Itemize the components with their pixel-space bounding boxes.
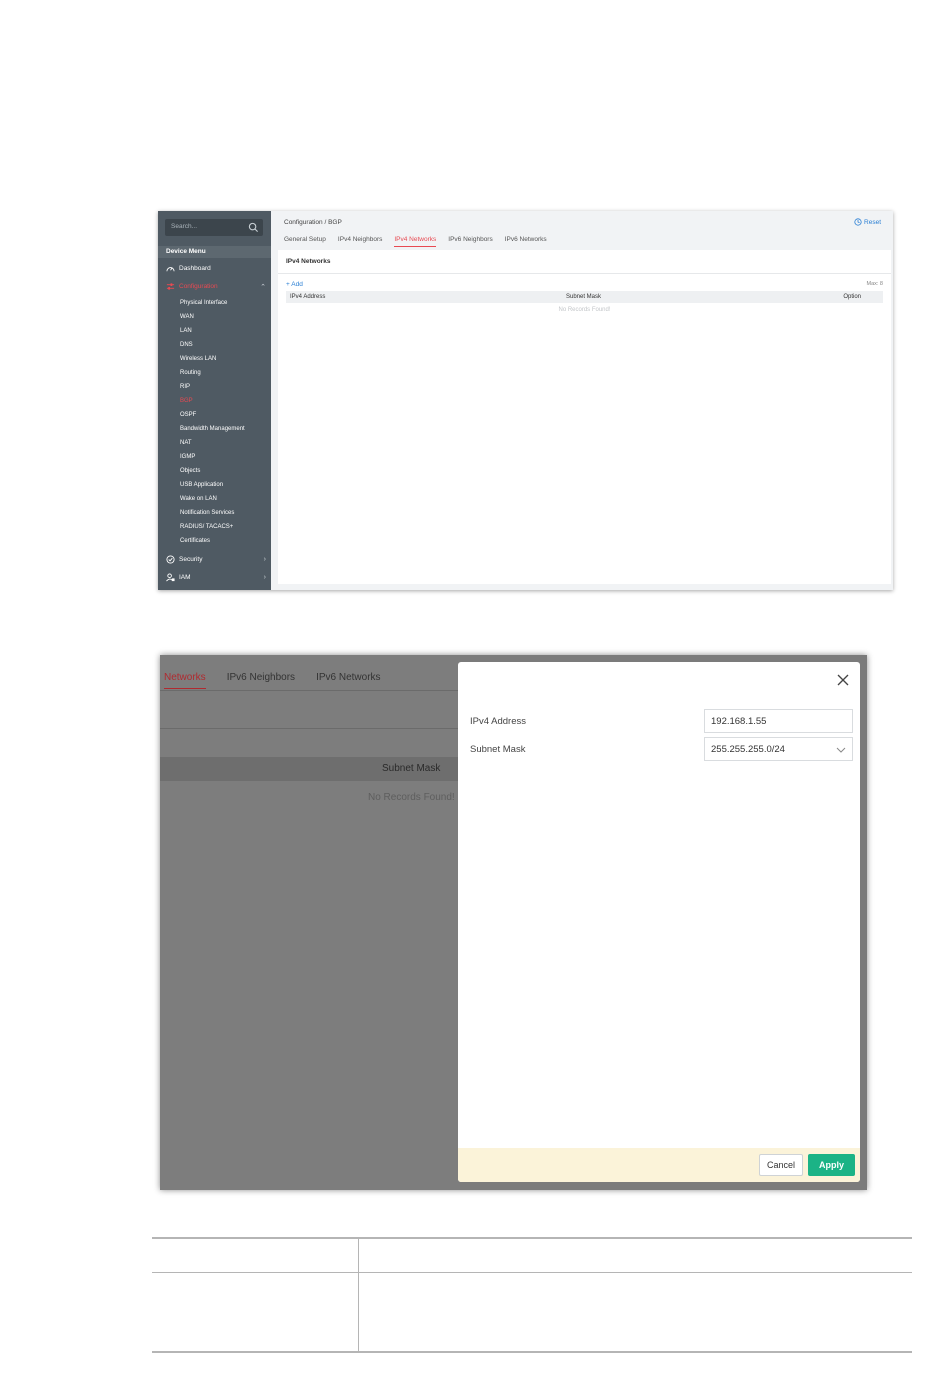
reset-label: Reset	[864, 218, 881, 226]
table-border-top	[152, 1237, 912, 1239]
main-content: Configuration / BGP Reset General Setup …	[271, 211, 893, 590]
column-header-ipv4-address: IPv4 Address	[290, 294, 326, 300]
subnet-mask-value: 255.255.255.0/24	[711, 744, 785, 755]
chevron-up-icon: ⌃	[260, 283, 266, 291]
sidebar-item-dns[interactable]: DNS	[180, 342, 193, 348]
divider	[160, 690, 460, 691]
divider	[160, 728, 460, 729]
sidebar-item-radius-tacacs[interactable]: RADIUS/ TACACS+	[180, 524, 233, 530]
tab-bar: General Setup IPv4 Neighbors IPv4 Networ…	[284, 236, 559, 247]
table-border-middle	[152, 1272, 912, 1273]
user-lock-icon	[166, 573, 175, 582]
breadcrumb: Configuration / BGP	[284, 219, 342, 226]
sidebar-item-physical-interface[interactable]: Physical Interface	[180, 300, 227, 306]
tab-ipv6-networks[interactable]: IPv6 Networks	[316, 672, 380, 689]
sidebar-item-label: IAM	[179, 574, 191, 581]
divider	[278, 273, 891, 274]
chevron-right-icon: ›	[263, 574, 266, 581]
chevron-down-icon	[836, 747, 846, 753]
sidebar-item-security[interactable]: Security ›	[166, 555, 266, 564]
sidebar-item-usb-application[interactable]: USB Application	[180, 482, 223, 488]
sidebar-item-bandwidth-management[interactable]: Bandwidth Management	[180, 426, 245, 432]
tab-bar: Networks IPv6 Neighbors IPv6 Networks	[164, 672, 402, 689]
column-header-option: Option	[843, 294, 861, 300]
tab-ipv6-networks[interactable]: IPv6 Networks	[505, 236, 547, 247]
sliders-icon	[166, 283, 175, 290]
dimmed-background: Networks IPv6 Neighbors IPv6 Networks Su…	[160, 655, 460, 1190]
panel-title: IPv4 Networks	[286, 258, 331, 265]
column-header-subnet-mask: Subnet Mask	[382, 763, 441, 774]
apply-button[interactable]: Apply	[808, 1154, 855, 1176]
sidebar-item-iam[interactable]: IAM ›	[166, 573, 266, 582]
device-menu-title: Device Menu	[166, 248, 206, 255]
sidebar-item-bgp[interactable]: BGP	[180, 398, 193, 404]
ipv4-address-label: IPv4 Address	[470, 716, 526, 727]
tab-ipv4-networks[interactable]: Networks	[164, 672, 206, 689]
sidebar-item-label: Configuration	[179, 283, 218, 290]
ipv4-networks-panel: IPv4 Networks + Add Max: 8 IPv4 Address …	[278, 250, 891, 584]
sidebar-item-rip[interactable]: RIP	[180, 384, 190, 390]
sidebar-item-notification-services[interactable]: Notification Services	[180, 510, 234, 516]
subnet-mask-label: Subnet Mask	[470, 744, 526, 755]
search-input[interactable]: Search...	[165, 219, 263, 236]
sidebar-item-lan[interactable]: LAN	[180, 328, 192, 334]
dialog-footer: Cancel Apply	[458, 1148, 860, 1182]
sidebar-item-wake-on-lan[interactable]: Wake on LAN	[180, 496, 217, 502]
search-placeholder: Search...	[171, 223, 198, 230]
sidebar-item-objects[interactable]: Objects	[180, 468, 200, 474]
dashboard-icon	[166, 267, 175, 272]
sidebar: Search... Device Menu Dashboard Configur…	[158, 211, 271, 590]
subnet-mask-select[interactable]: 255.255.255.0/24	[704, 737, 853, 761]
max-count-label: Max: 8	[866, 281, 883, 287]
sidebar-item-wan[interactable]: WAN	[180, 314, 194, 320]
bgp-ipv4-networks-screenshot: Search... Device Menu Dashboard Configur…	[158, 211, 893, 590]
description-table	[152, 1237, 912, 1353]
empty-table-message: No Records Found!	[368, 792, 455, 803]
tab-ipv4-neighbors[interactable]: IPv4 Neighbors	[338, 236, 382, 247]
add-ipv4-network-dialog: IPv4 Address Subnet Mask 255.255.255.0/2…	[458, 662, 860, 1182]
sidebar-item-label: Dashboard	[179, 265, 211, 272]
sidebar-item-wireless-lan[interactable]: Wireless LAN	[180, 356, 216, 362]
sidebar-item-igmp[interactable]: IGMP	[180, 454, 195, 460]
shield-check-icon	[166, 555, 175, 564]
sidebar-item-certificates[interactable]: Certificates	[180, 538, 210, 544]
cancel-button[interactable]: Cancel	[759, 1154, 803, 1176]
table-header: IPv4 Address Subnet Mask Option	[286, 291, 883, 303]
tab-ipv6-neighbors[interactable]: IPv6 Neighbors	[227, 672, 295, 689]
device-menu-header: Device Menu	[158, 246, 271, 258]
add-network-dialog-screenshot: Networks IPv6 Neighbors IPv6 Networks Su…	[160, 655, 867, 1190]
close-icon[interactable]	[836, 673, 850, 687]
ipv4-address-input[interactable]	[704, 709, 853, 733]
chevron-right-icon: ›	[263, 556, 266, 563]
reset-button[interactable]: Reset	[854, 218, 881, 226]
column-header-subnet-mask: Subnet Mask	[566, 294, 602, 300]
sidebar-item-label: Security	[179, 556, 203, 563]
history-icon	[854, 218, 862, 226]
sidebar-item-routing[interactable]: Routing	[180, 370, 201, 376]
empty-table-message: No Records Found!	[558, 307, 611, 313]
table-column-divider	[358, 1237, 359, 1353]
sidebar-item-ospf[interactable]: OSPF	[180, 412, 196, 418]
tab-ipv6-neighbors[interactable]: IPv6 Neighbors	[448, 236, 492, 247]
add-button[interactable]: + Add	[286, 281, 303, 288]
search-icon[interactable]	[248, 222, 259, 233]
sidebar-item-configuration[interactable]: Configuration ⌃	[166, 282, 266, 291]
sidebar-item-dashboard[interactable]: Dashboard	[166, 264, 266, 273]
table-border-bottom	[152, 1351, 912, 1353]
tab-ipv4-networks[interactable]: IPv4 Networks	[394, 236, 437, 247]
sidebar-item-nat[interactable]: NAT	[180, 440, 192, 446]
tab-general-setup[interactable]: General Setup	[284, 236, 326, 247]
